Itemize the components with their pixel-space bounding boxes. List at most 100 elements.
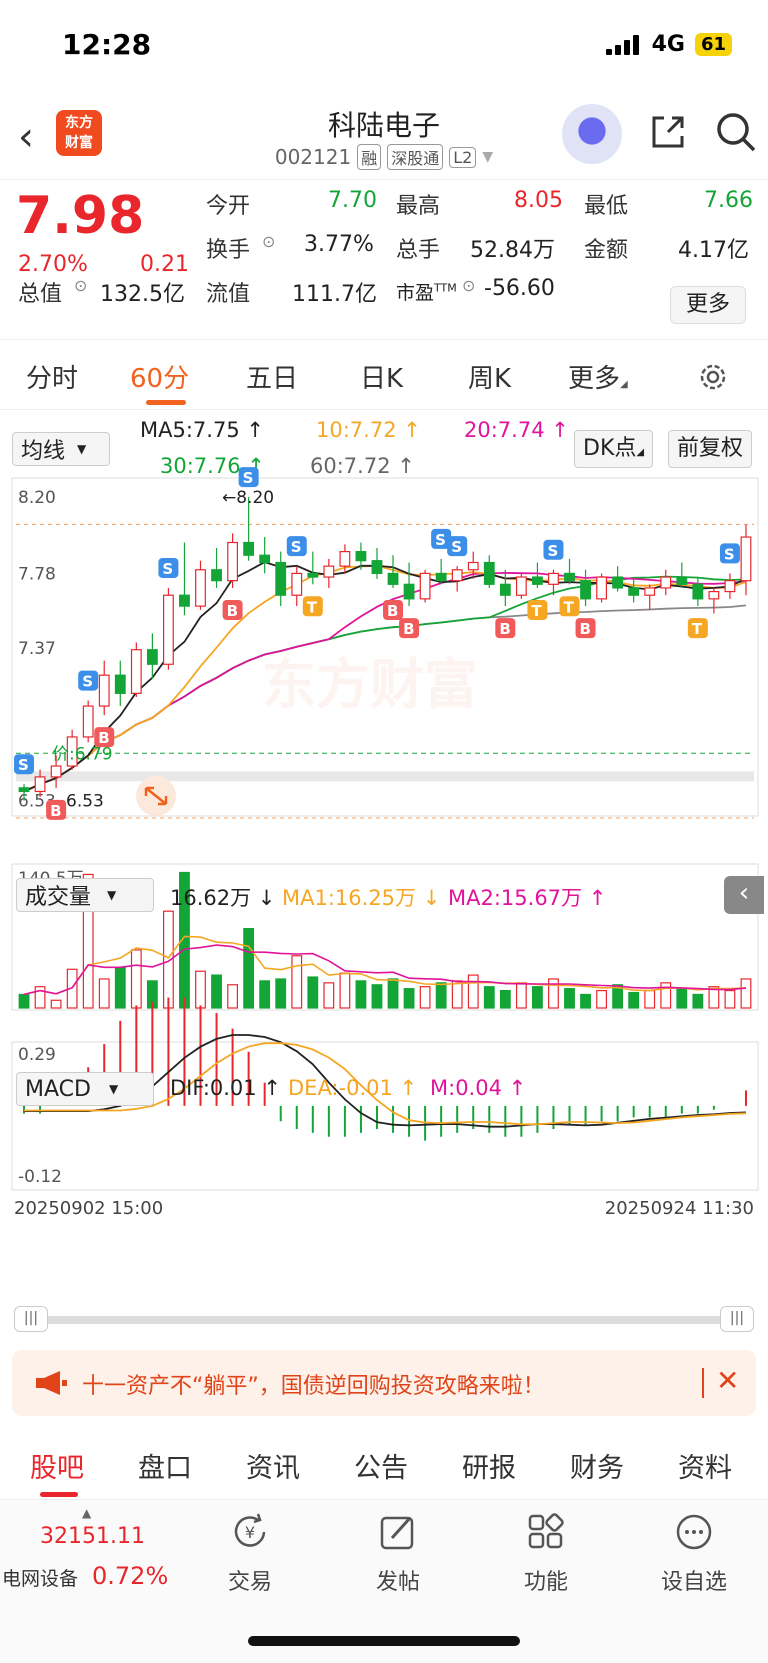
tab-5day[interactable]: 五日 [246, 358, 298, 395]
low-annotation: 6.53 [66, 792, 104, 812]
volume-bar [692, 993, 704, 1009]
tab-60min[interactable]: 60分 [130, 358, 189, 395]
post-edit-icon[interactable] [378, 1512, 418, 1552]
functions-grid-icon[interactable] [526, 1512, 566, 1552]
signal-marker-label: S [243, 469, 254, 487]
bottom-toolbar: ▲ 32151.11 电网设备 0.72% ¥ 交易 发帖 功能 设自选 [0, 1500, 768, 1663]
amount-value: 4.17亿 [678, 238, 749, 263]
share-icon[interactable] [648, 112, 688, 152]
y-tick-label: 7.78 [18, 564, 56, 584]
volume-bar [564, 988, 575, 1009]
volume-dropdown[interactable]: 成交量 ▼ [16, 878, 154, 912]
more-quote-button[interactable]: 更多 [670, 286, 746, 324]
turnover-value: 3.77% [304, 232, 374, 257]
info-icon[interactable]: ⊙ [462, 276, 475, 295]
search-icon[interactable] [714, 110, 758, 154]
tab-more[interactable]: 更多◢ [568, 358, 628, 395]
candle-body [676, 576, 688, 585]
signal-marker-label: B [387, 602, 398, 620]
candle-body [179, 594, 190, 607]
macd-dropdown[interactable]: MACD ▼ [16, 1072, 154, 1106]
tab-intraday[interactable]: 分时 [26, 358, 78, 395]
candle-body [724, 580, 736, 593]
pe-label-text: 市盈 [396, 282, 435, 304]
candle-body [323, 565, 335, 578]
volume-dropdown-label: 成交量 [25, 885, 92, 910]
tab-financials[interactable]: 财务 [570, 1446, 624, 1485]
close-icon[interactable]: ✕ [716, 1364, 739, 1397]
trade-yen-icon[interactable]: ¥ [230, 1512, 270, 1552]
chart-range-scrollbar[interactable]: ||| ||| [14, 1306, 754, 1332]
sector-change-pct: 0.72% [92, 1562, 169, 1590]
candle-body [740, 536, 752, 582]
functions-label[interactable]: 功能 [496, 1564, 596, 1596]
sector-index-value[interactable]: 32151.11 [40, 1524, 145, 1549]
volume-bar [259, 980, 271, 1009]
stock-code: 002121 [274, 145, 352, 169]
signal-marker-label: B [50, 802, 61, 820]
volume-bar [98, 978, 110, 1009]
volume-label: 总手 [396, 238, 441, 263]
battery-icon: 61 [694, 33, 732, 56]
candle-body [499, 583, 511, 596]
candle-body [692, 583, 704, 600]
candle-body [211, 569, 222, 582]
info-icon[interactable]: ⊙ [74, 276, 87, 295]
candle-body [275, 561, 287, 596]
tab-forum[interactable]: 股吧 [30, 1446, 84, 1485]
quote-panel: 7.98 2.70% 0.21 今开 7.70 最高 8.05 最低 7.66 … [0, 180, 768, 340]
tab-news[interactable]: 资讯 [246, 1446, 300, 1485]
post-label[interactable]: 发帖 [348, 1564, 448, 1596]
signal-marker-label: S [82, 673, 93, 691]
macd-panel-frame [11, 1041, 759, 1191]
collapse-panel-icon[interactable]: ‹ [724, 876, 764, 914]
kline-chart[interactable]: 8.207.787.376.53←8.206.53价:6.79SBSBSBSST… [0, 410, 768, 1320]
signal-marker-label: S [18, 756, 29, 774]
candle-body [435, 572, 447, 582]
volume-bar [387, 978, 399, 1009]
candle-body [82, 705, 94, 738]
gear-icon[interactable] [696, 360, 730, 394]
info-icon[interactable]: ⊙ [262, 232, 275, 251]
tab-announcements[interactable]: 公告 [354, 1446, 408, 1485]
candle-body [259, 554, 271, 564]
candle-body [403, 583, 415, 600]
promo-banner[interactable]: 十一资产不“躺平”，国债逆回购投资攻略来啦！ ✕ [12, 1350, 756, 1416]
trade-label[interactable]: 交易 [200, 1564, 300, 1596]
signal-marker-label: S [162, 560, 173, 578]
scroll-handle-left[interactable]: ||| [14, 1306, 48, 1332]
candle-body [467, 561, 479, 571]
volume-bar [483, 986, 495, 1009]
candle-body [515, 576, 527, 596]
candle-body [339, 551, 351, 567]
tab-underline [40, 1492, 78, 1497]
signal-marker-label: S [291, 538, 302, 556]
tab-more-label: 更多 [568, 364, 621, 394]
volume-value-label: 16.62万 ↓ [170, 886, 276, 910]
watchlist-dots-icon[interactable] [674, 1512, 714, 1552]
candle-body [114, 674, 126, 694]
volume-bar [435, 982, 447, 1009]
volume-bar [371, 984, 383, 1009]
tab-research[interactable]: 研报 [462, 1446, 516, 1485]
tab-weekly[interactable]: 周K [468, 358, 511, 395]
add-watchlist-label[interactable]: 设自选 [644, 1564, 744, 1596]
tab-profile[interactable]: 资料 [678, 1446, 732, 1485]
macd-m-label: M:0.04 ↑ [430, 1076, 527, 1100]
robot-assistant-icon[interactable] [562, 104, 622, 164]
sector-name[interactable]: 电网设备 [2, 1564, 78, 1591]
signal-marker-label: B [499, 620, 510, 638]
x-tick-label-end: 20250924 11:30 [605, 1198, 754, 1219]
cost-price-annotation: 价:6.79 [52, 744, 113, 764]
tab-daily[interactable]: 日K [360, 358, 403, 395]
volume-bar [515, 982, 527, 1009]
status-bar: 12:28 4G 61 [0, 0, 768, 96]
high-label: 最高 [396, 194, 441, 219]
banner-divider [702, 1368, 704, 1398]
tab-order-book[interactable]: 盘口 [138, 1446, 192, 1485]
signal-marker-label: S [547, 542, 558, 560]
scroll-handle-right[interactable]: ||| [720, 1306, 754, 1332]
float-cap-value: 111.7亿 [292, 282, 377, 307]
volume-bar [307, 976, 319, 1009]
up-triangle-icon: ▲ [82, 1506, 92, 1520]
